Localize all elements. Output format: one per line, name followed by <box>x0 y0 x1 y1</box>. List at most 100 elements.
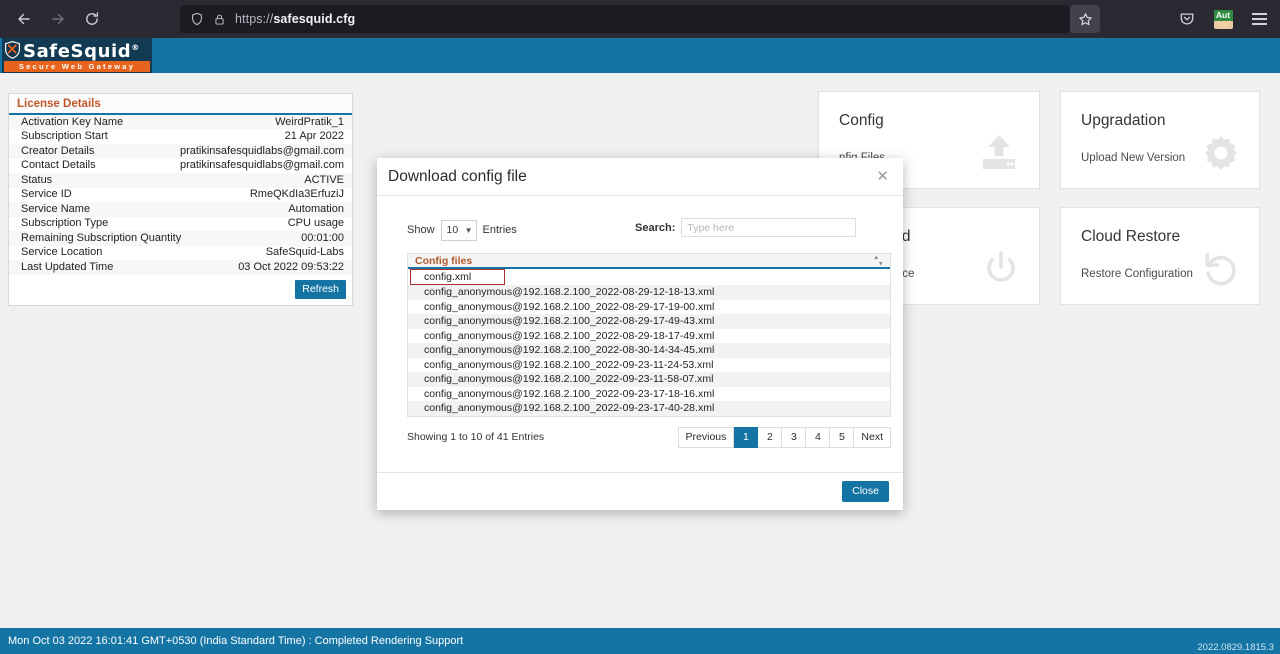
table-row[interactable]: config_anonymous@192.168.2.100_2022-08-2… <box>408 314 890 329</box>
card-cloud-restore[interactable]: Cloud Restore Restore Configuration <box>1060 207 1260 305</box>
file-name: config_anonymous@192.168.2.100_2022-08-2… <box>424 286 715 299</box>
forward-icon[interactable] <box>42 4 74 34</box>
table-row[interactable]: config_anonymous@192.168.2.100_2022-08-2… <box>408 300 890 315</box>
license-value: ACTIVE <box>304 173 344 186</box>
address-bar[interactable]: https://safesquid.cfg <box>180 5 1070 33</box>
table-row-selected[interactable]: config.xml <box>410 269 505 285</box>
page-size-control: Show 10 ▼ Entries <box>407 219 517 241</box>
pagination-previous[interactable]: Previous <box>677 426 735 448</box>
table-header-row: Config files <box>408 254 890 269</box>
license-key: Service Location <box>21 246 103 259</box>
license-value: Automation <box>288 202 344 215</box>
entries-label: Entries <box>482 224 517 236</box>
license-value: 03 Oct 2022 09:53:22 <box>238 260 344 273</box>
extension-badge-icon[interactable]: Aut <box>1210 6 1236 32</box>
pagination-page-4[interactable]: 4 <box>806 426 831 448</box>
license-row: Contact Details pratikinsafesquidlabs@gma… <box>9 159 352 174</box>
license-key: Subscription Type <box>21 217 109 230</box>
license-row: Creator Details pratikinsafesquidlabs@gma… <box>9 144 352 159</box>
modal-header: Download config file ✕ <box>377 158 903 196</box>
card-title: Upgradation <box>1081 112 1166 129</box>
datatable-controls: Show 10 ▼ Entries Search: <box>407 218 877 242</box>
upload-icon <box>977 133 1021 178</box>
close-icon[interactable]: ✕ <box>876 169 889 184</box>
license-row: Subscription Type CPU usage <box>9 217 352 232</box>
hamburger-menu-icon[interactable] <box>1246 6 1272 32</box>
table-row[interactable]: config_anonymous@192.168.2.100_2022-08-2… <box>408 285 890 300</box>
license-details-panel: License Details Activation Key Name Weird… <box>8 93 353 306</box>
browser-extensions-area: Aut <box>1174 5 1272 33</box>
table-row[interactable]: config_anonymous@192.168.2.100_2022-08-2… <box>408 329 890 344</box>
license-row: Service Name Automation <box>9 202 352 217</box>
browser-nav-buttons <box>8 4 108 34</box>
padlock-icon <box>213 13 226 26</box>
card-title: Cloud Restore <box>1081 228 1181 245</box>
download-config-modal: Download config file ✕ Show 10 ▼ Entries… <box>377 158 903 510</box>
table-row[interactable]: config_anonymous@192.168.2.100_2022-09-2… <box>408 401 890 416</box>
table-row[interactable]: config_anonymous@192.168.2.100_2022-09-2… <box>408 387 890 402</box>
chevron-down-icon: ▼ <box>464 225 473 235</box>
license-rows: Activation Key Name WeirdPratik_1 Subscri… <box>9 115 352 275</box>
file-name: config_anonymous@192.168.2.100_2022-09-2… <box>424 373 714 386</box>
power-icon <box>981 249 1021 294</box>
file-name: config_anonymous@192.168.2.100_2022-09-2… <box>424 387 715 400</box>
license-key: Status <box>21 173 53 186</box>
table-row[interactable]: config_anonymous@192.168.2.100_2022-09-2… <box>408 358 890 373</box>
page-body: License Details Activation Key Name Weird… <box>0 73 1280 628</box>
pagination-next[interactable]: Next <box>854 426 891 448</box>
license-row: Remaining Subscription Quantity 00:01:00 <box>9 231 352 246</box>
license-value: pratikinsafesquidlabs@gmail.com <box>179 159 344 172</box>
search-label: Search: <box>635 221 676 234</box>
license-key: Activation Key Name <box>21 115 124 128</box>
sort-icon[interactable] <box>874 255 883 266</box>
extension-badge-label: Aut <box>1213 9 1233 21</box>
pocket-icon[interactable] <box>1174 6 1200 32</box>
back-icon[interactable] <box>8 4 40 34</box>
license-row: Service Location SafeSquid-Labs <box>9 246 352 261</box>
version-text: 2022.0829.1815.3 <box>1197 642 1274 653</box>
table-row[interactable]: config_anonymous@192.168.2.100_2022-08-3… <box>408 343 890 358</box>
license-key: Subscription Start <box>21 130 108 143</box>
logo-tagline: Secure Web Gateway <box>4 61 150 72</box>
bookmark-star-icon[interactable] <box>1070 5 1100 33</box>
modal-title: Download config file <box>388 167 527 185</box>
restore-icon <box>1201 249 1241 294</box>
license-row: Activation Key Name WeirdPratik_1 <box>9 115 352 130</box>
showing-entries-info: Showing 1 to 10 of 41 Entries <box>407 431 545 443</box>
license-row: Subscription Start 21 Apr 2022 <box>9 130 352 145</box>
license-value: 21 Apr 2022 <box>284 130 344 143</box>
license-row: Last Updated Time 03 Oct 2022 09:53:22 <box>9 260 352 275</box>
license-key: Creator Details <box>21 144 95 157</box>
card-upgradation[interactable]: Upgradation Upload New Version <box>1060 91 1260 189</box>
pagination-page-5[interactable]: 5 <box>830 426 855 448</box>
table-row[interactable]: config_anonymous@192.168.2.100_2022-09-2… <box>408 372 890 387</box>
safesquid-logo[interactable]: SafeSquid® Secure Web Gateway <box>2 38 152 73</box>
file-name: config_anonymous@192.168.2.100_2022-08-2… <box>424 300 715 313</box>
file-name: config_anonymous@192.168.2.100_2022-08-2… <box>424 315 715 328</box>
license-value: SafeSquid-Labs <box>265 246 344 259</box>
pagination-page-1[interactable]: 1 <box>734 426 759 448</box>
license-value: RmeQKdIa3ErfuziJ <box>249 188 344 201</box>
logo-text: SafeSquid® <box>23 41 140 62</box>
file-name: config_anonymous@192.168.2.100_2022-08-2… <box>424 329 715 342</box>
license-footer: Refresh <box>9 274 352 305</box>
pagination-page-3[interactable]: 3 <box>782 426 807 448</box>
pagination-page-2[interactable]: 2 <box>758 426 783 448</box>
file-name: config.xml <box>424 271 472 283</box>
logo-shield-icon <box>4 40 21 59</box>
file-name: config_anonymous@192.168.2.100_2022-09-2… <box>424 358 714 371</box>
license-key: Service Name <box>21 202 91 215</box>
page-size-value: 10 <box>446 224 459 236</box>
search-input[interactable] <box>681 218 857 237</box>
reload-icon[interactable] <box>76 4 108 34</box>
license-value: CPU usage <box>287 217 344 230</box>
close-button[interactable]: Close <box>842 481 889 502</box>
license-key: Remaining Subscription Quantity <box>21 231 182 244</box>
column-header-config-files: Config files <box>415 254 473 267</box>
config-files-table: Config files config.xml config_anonymous… <box>407 253 891 417</box>
page-size-select[interactable]: 10 ▼ <box>440 219 477 241</box>
show-label: Show <box>407 224 435 236</box>
license-value: WeirdPratik_1 <box>275 115 344 128</box>
refresh-button[interactable]: Refresh <box>295 279 346 299</box>
license-details-title: License Details <box>9 94 352 115</box>
